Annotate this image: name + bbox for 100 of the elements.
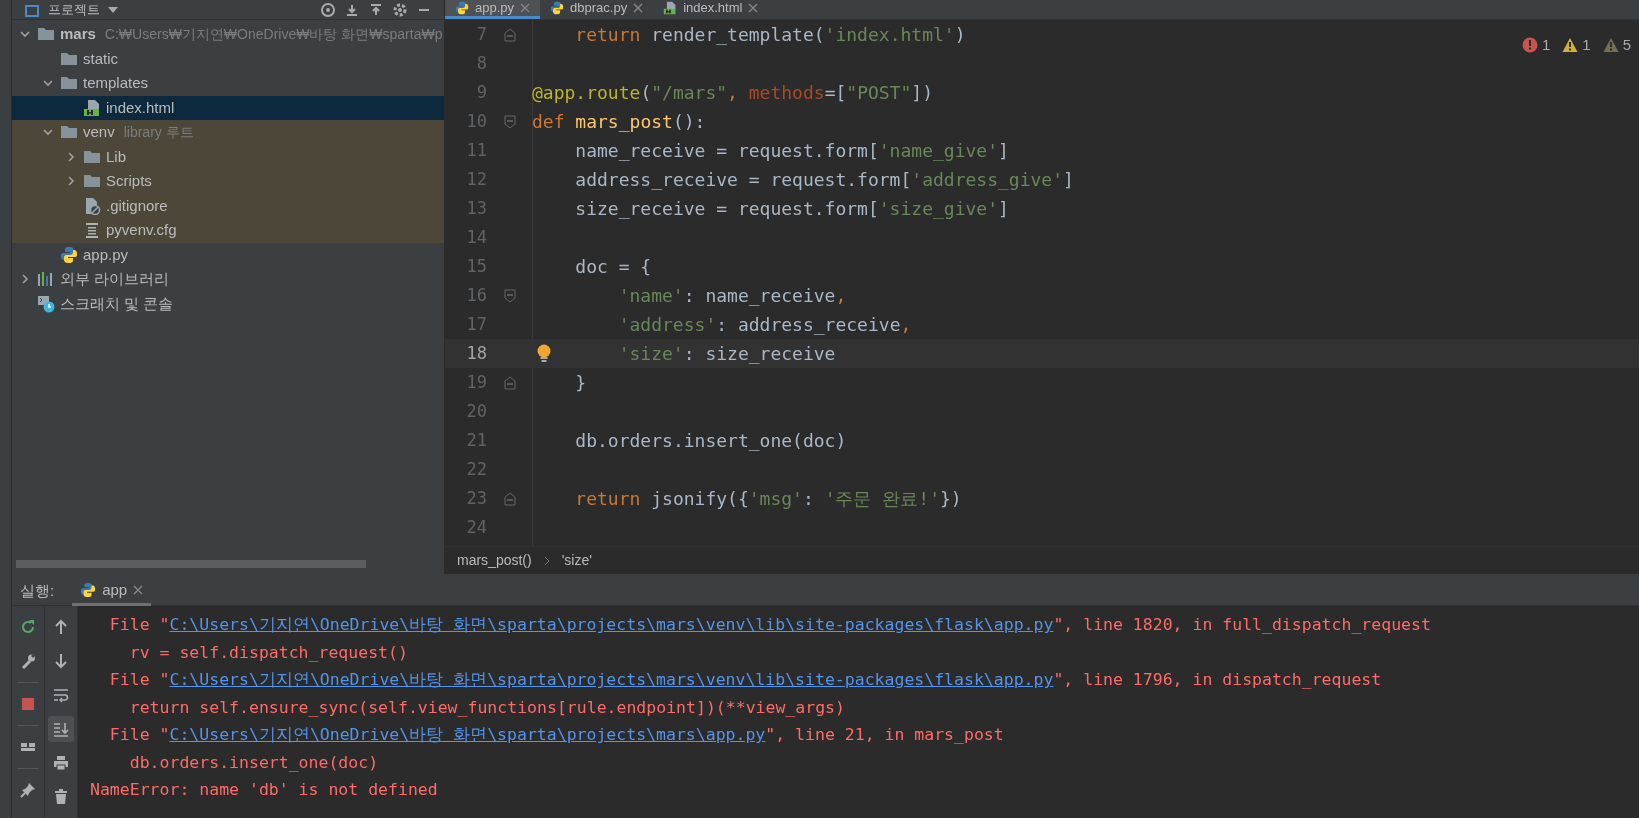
weak-warning-icon[interactable] <box>1602 37 1619 54</box>
code-text: return render_template('index.html') <box>575 23 966 47</box>
line-number: 23 <box>465 486 487 510</box>
tree-item[interactable]: index.html <box>12 95 444 120</box>
chevron-icon <box>543 555 550 566</box>
console-line: rv = self.dispatch_request() <box>128 641 409 664</box>
tree-item[interactable]: static <box>12 46 444 71</box>
tree-item[interactable]: Lib <box>12 144 444 169</box>
close-icon[interactable] <box>633 3 644 13</box>
tree-item[interactable]: .gitignore <box>12 193 444 218</box>
error-icon[interactable] <box>1521 37 1538 54</box>
breadcrumb[interactable]: 'size' <box>561 550 592 571</box>
code-text: db.orders.insert_one(doc) <box>575 429 847 453</box>
line-number: 19 <box>465 370 487 394</box>
line-number: 16 <box>465 283 487 307</box>
run-tab[interactable]: app <box>72 576 152 607</box>
item-label: templates <box>83 73 149 93</box>
line-number: 11 <box>465 138 487 162</box>
tree-item[interactable]: mars C:₩Users₩기지연₩OneDrive₩바탕 화면₩sparta₩p <box>12 22 444 47</box>
fold-icon[interactable] <box>503 375 516 390</box>
item-label: pyvenv.cfg <box>106 220 177 240</box>
tree-item[interactable]: app.py <box>12 242 444 267</box>
tree-item[interactable]: Scripts <box>12 169 444 194</box>
line-number: 13 <box>465 196 487 220</box>
line-number: 15 <box>465 254 487 278</box>
panel-title[interactable]: 프로젝트 <box>48 0 100 20</box>
stop-icon <box>20 696 36 712</box>
console-line: File "C:\Users\기지연\OneDrive\바탕 화면\sparta\projects\mars\app.py", line 21, in mars_post <box>90 722 1639 750</box>
tree-item[interactable]: templates <box>12 71 444 96</box>
file-link[interactable]: C:\Users\기지연\OneDrive\바탕 화면\sparta\projects\mars\venv\lib\site-packages\flask\app.py <box>169 668 1054 694</box>
file-link[interactable]: C:\Users\기지연\OneDrive\바탕 화면\sparta\projects\mars\venv\lib\site-packages\flask\app.py <box>169 613 1054 639</box>
soft-wrap-icon <box>53 687 69 703</box>
editor-tab[interactable]: app.py <box>445 0 541 19</box>
file-link[interactable]: C:\Users\기지연\OneDrive\바탕 화면\sparta\projects\mars\app.py <box>169 723 766 749</box>
config-file-icon <box>83 221 101 240</box>
problem-count: 1 <box>1582 35 1591 55</box>
close-icon[interactable] <box>520 3 531 13</box>
lightbulb-icon[interactable] <box>537 344 551 364</box>
item-label: app.py <box>83 244 129 265</box>
tree-item[interactable]: 외부 라이브러리 <box>12 267 444 292</box>
tree-item[interactable]: pyvenv.cfg <box>12 218 444 243</box>
code-text: 'size': size_receive <box>618 342 836 366</box>
fold-icon[interactable] <box>503 491 516 506</box>
tree-item[interactable]: venv library 루트 <box>12 120 444 145</box>
code-text: 'address': address_receive, <box>618 313 912 337</box>
print-icon <box>53 755 69 771</box>
locate-icon[interactable] <box>320 1 336 18</box>
line-number: 8 <box>475 51 487 75</box>
line-number: 10 <box>465 109 487 133</box>
code-text: size_receive = request.form['size_give'] <box>575 197 1009 221</box>
item-label: mars <box>60 24 96 44</box>
line-number: 7 <box>475 22 487 46</box>
editor-tab[interactable]: dbprac.py <box>540 0 654 19</box>
line-number: 14 <box>465 225 487 249</box>
path-hint: C:₩Users₩기지연₩OneDrive₩바탕 화면₩sparta₩p <box>104 24 443 44</box>
item-label: venv <box>83 122 115 142</box>
line-number: 20 <box>465 399 487 423</box>
python-file-icon <box>455 1 469 15</box>
trash-icon <box>53 789 69 805</box>
code-text: } <box>575 371 587 395</box>
fold-icon[interactable] <box>503 114 516 129</box>
python-file-icon <box>80 582 97 598</box>
collapse-all-icon[interactable] <box>368 1 384 18</box>
console-line: File "C:\Users\기지연\OneDrive\바탕 화면\sparta\projects\mars\venv\lib\site-packages\flask\app.py", line 1796, in dispatch_request <box>90 667 1639 695</box>
code-text: return jsonify({'msg': '주문 완료!'}) <box>575 487 962 511</box>
caret-icon[interactable] <box>108 5 118 14</box>
code-text: address_receive = request.form['address_give'] <box>575 168 1074 192</box>
item-label: Scripts <box>106 171 152 191</box>
item-label: 외부 라이브러리 <box>60 269 170 289</box>
down-arrow-icon <box>53 653 69 669</box>
close-icon[interactable] <box>133 585 144 595</box>
scroll-to-end-icon <box>53 721 69 737</box>
line-number: 21 <box>465 428 487 452</box>
code-text: name_receive = request.form['name_give'] <box>575 139 1009 163</box>
warning-icon[interactable] <box>1562 37 1579 54</box>
wrench-icon <box>20 653 36 669</box>
console-line: return self.ensure_sync(self.view_functions[rule.endpoint])(**view_args) <box>128 696 846 719</box>
line-number: 9 <box>475 80 487 104</box>
item-label: static <box>83 48 118 69</box>
code-text: def mars_post(): <box>532 110 706 134</box>
close-icon[interactable] <box>748 3 759 13</box>
panel-label: 실행: <box>20 581 55 602</box>
problem-count: 1 <box>1541 35 1551 55</box>
item-label: .gitignore <box>106 195 168 216</box>
scrollbar[interactable] <box>16 560 366 568</box>
fold-icon[interactable] <box>503 27 516 42</box>
html-file-icon <box>83 98 101 117</box>
breadcrumb[interactable]: mars_post() <box>457 550 532 571</box>
code-text: @app.route("/mars", methods=["POST"]) <box>532 81 934 105</box>
scroll-to-end-button[interactable] <box>48 716 74 742</box>
line-number: 17 <box>465 312 487 336</box>
problem-count: 5 <box>1622 35 1631 55</box>
fold-icon[interactable] <box>503 288 516 303</box>
ignored-file-icon <box>83 196 101 215</box>
editor-tab[interactable]: index.html <box>653 0 769 19</box>
settings-icon[interactable] <box>392 1 408 18</box>
python-file-icon <box>550 1 565 15</box>
console-line: File "C:\Users\기지연\OneDrive\바탕 화면\sparta\projects\mars\venv\lib\site-packages\flask\app.py", line 1820, in full_dispatch_request <box>90 612 1639 640</box>
pin-icon <box>20 782 36 798</box>
tree-item[interactable]: 스크래치 및 콘솔 <box>12 291 444 316</box>
